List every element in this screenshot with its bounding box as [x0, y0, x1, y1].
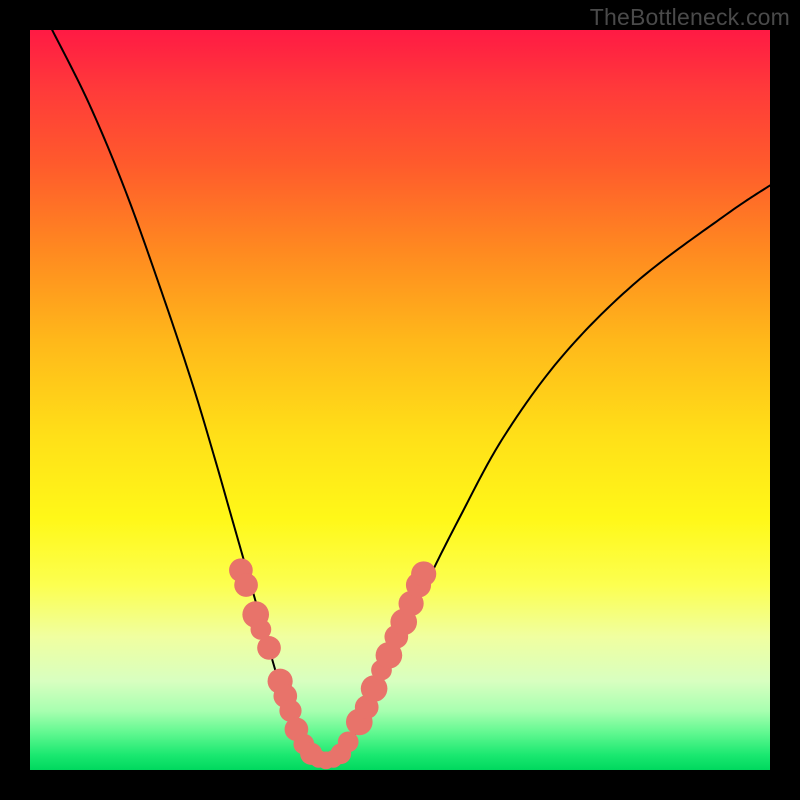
chart-frame: TheBottleneck.com: [0, 0, 800, 800]
curve-layer: [52, 30, 770, 764]
marker-layer: [229, 558, 436, 769]
marker-point: [411, 561, 436, 586]
watermark-text: TheBottleneck.com: [590, 4, 790, 31]
plot-area: [30, 30, 770, 770]
marker-point: [234, 573, 258, 597]
chart-svg: [30, 30, 770, 770]
marker-point: [257, 636, 281, 660]
series-right-curve: [341, 185, 770, 755]
